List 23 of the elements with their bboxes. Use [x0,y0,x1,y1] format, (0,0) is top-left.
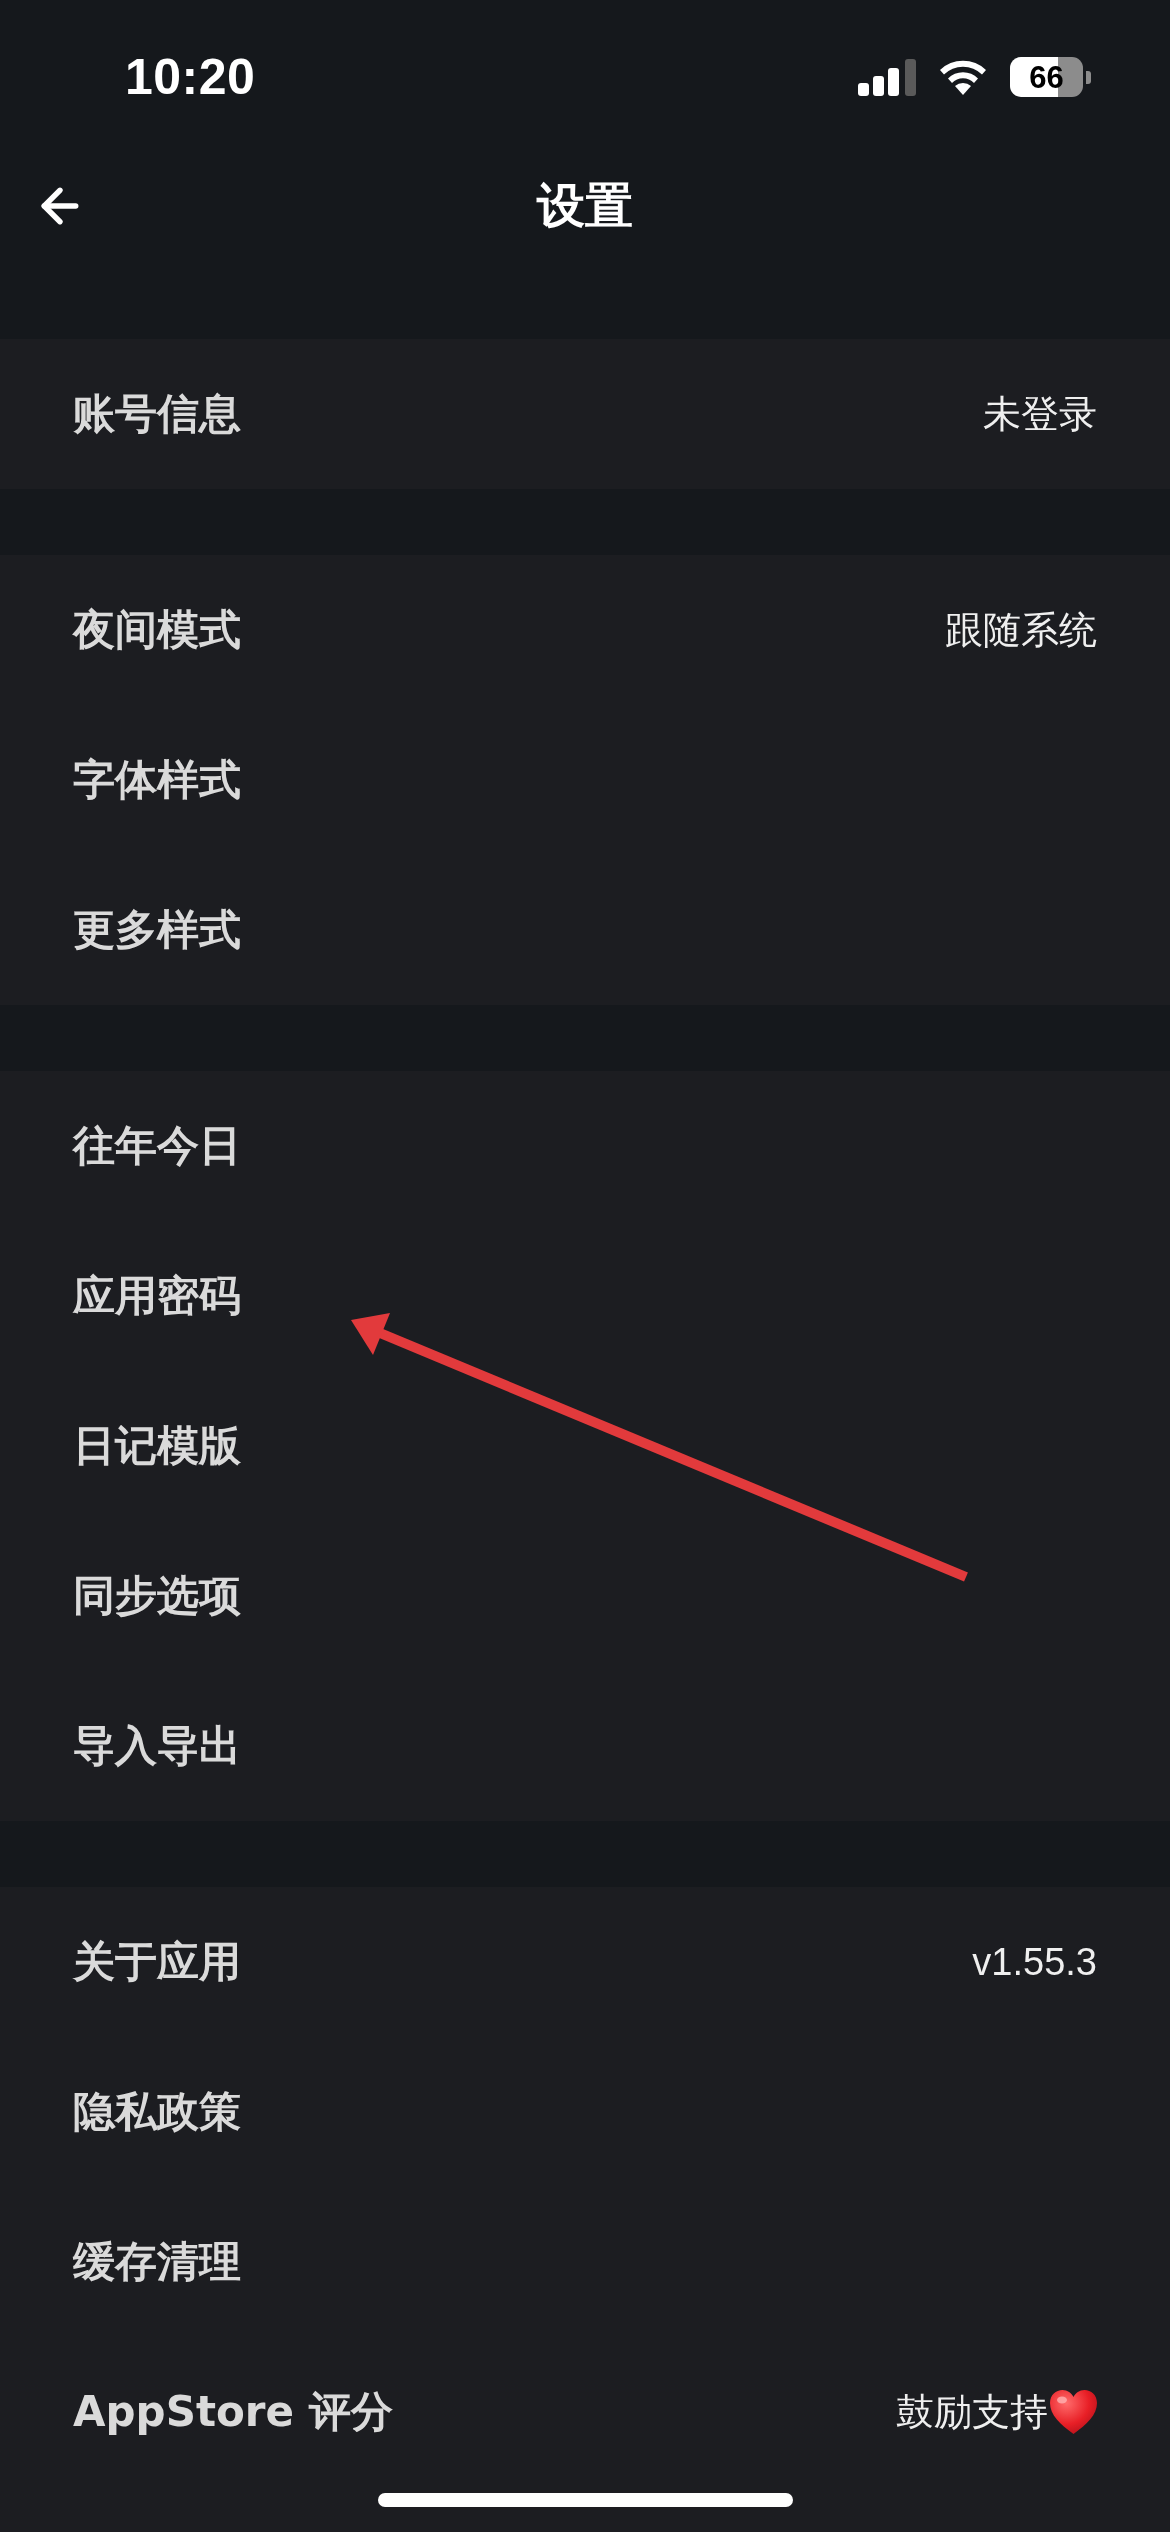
setting-label[interactable]: 往年今日 [73,1118,241,1174]
setting-label[interactable]: 导入导出 [73,1718,241,1774]
heart-icon [1050,2390,1097,2434]
status-time: 10:20 [125,48,256,106]
setting-label[interactable]: 应用密码 [73,1268,241,1324]
setting-label[interactable]: 更多样式 [73,902,241,958]
setting-value: 鼓励支持 [896,2389,1048,2435]
setting-label[interactable]: 隐私政策 [73,2084,241,2140]
setting-label[interactable]: 同步选项 [73,1568,241,1624]
battery-indicator: 66 [1010,57,1091,97]
setting-label[interactable]: AppStore 评分 [73,2384,393,2440]
wifi-icon [938,59,988,95]
setting-value: v1.55.3 [972,1940,1097,1984]
setting-label[interactable]: 日记模版 [73,1418,241,1474]
page-title: 设置 [537,176,633,235]
setting-label[interactable]: 夜间模式 [73,602,241,658]
setting-value: 跟随系统 [945,607,1097,653]
setting-label[interactable]: 账号信息 [73,386,241,442]
setting-label[interactable]: 关于应用 [73,1934,241,1990]
setting-label[interactable]: 字体样式 [73,752,241,808]
signal-icon [858,58,916,96]
setting-label[interactable]: 缓存清理 [73,2234,241,2290]
setting-value: 未登录 [983,391,1097,437]
